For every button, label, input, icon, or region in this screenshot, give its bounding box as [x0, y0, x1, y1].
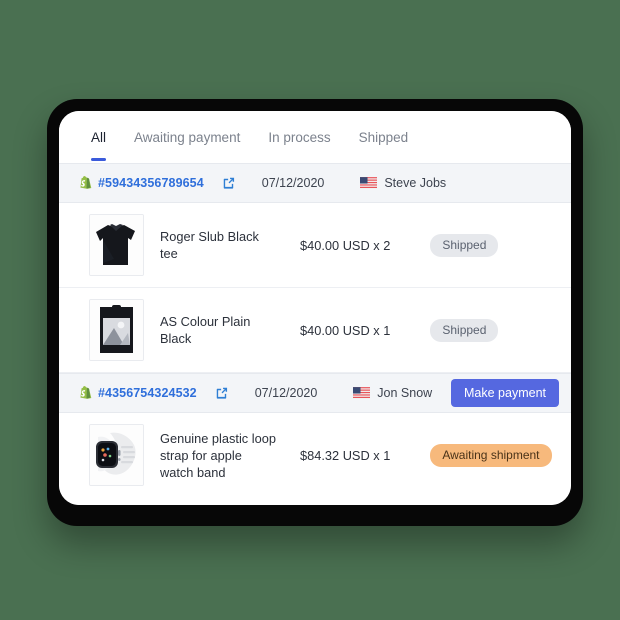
- tab-shipped-label: Shipped: [358, 130, 409, 145]
- tab-awaiting-payment-label: Awaiting payment: [134, 130, 241, 145]
- order-id-link[interactable]: #59434356789654: [98, 176, 204, 190]
- tab-shipped[interactable]: Shipped: [345, 129, 423, 161]
- order-customer: Steve Jobs: [360, 176, 446, 190]
- customer-name: Steve Jobs: [384, 176, 447, 190]
- external-link-icon[interactable]: [215, 386, 229, 400]
- order-date: 07/12/2020: [254, 386, 318, 400]
- tab-in-process[interactable]: In process: [254, 129, 344, 161]
- order-header: #59434356789654 07/12/2020 Steve Jobs: [59, 163, 571, 203]
- tab-awaiting-payment[interactable]: Awaiting payment: [120, 129, 254, 161]
- us-flag-icon: [353, 387, 371, 399]
- order-item-row[interactable]: AS Colour Plain Black $40.00 USD x 1 Shi…: [59, 288, 571, 373]
- tab-all-label: All: [91, 130, 107, 145]
- shopify-icon: [80, 176, 92, 189]
- customer-name: Jon Snow: [377, 386, 433, 400]
- order-id-link[interactable]: #4356754324532: [98, 386, 197, 400]
- tablet-screen: All Awaiting payment In process Shipped: [59, 111, 571, 505]
- order-item-price: $84.32 USD x 1: [300, 447, 391, 463]
- external-link-icon[interactable]: [222, 176, 236, 190]
- apple-watch-band-thumbnail: [89, 424, 144, 486]
- page-root: All Awaiting payment In process Shipped: [0, 0, 620, 620]
- status-badge: Shipped: [430, 318, 499, 342]
- order-item-row[interactable]: Genuine plastic loop strap for apple wat…: [59, 413, 571, 497]
- order-item-name: Genuine plastic loop strap for apple wat…: [160, 430, 276, 480]
- status-badge: Shipped: [430, 233, 499, 257]
- order-date: 07/12/2020: [261, 176, 325, 190]
- tablet-device-frame: All Awaiting payment In process Shipped: [47, 99, 583, 526]
- black-tee-thumbnail: [89, 214, 144, 276]
- packaged-black-shirt-thumbnail: [89, 299, 144, 361]
- order-header: #4356754324532 07/12/2020 Jon Snow Make …: [59, 373, 571, 413]
- order-item-name: Roger Slub Black tee: [160, 229, 259, 261]
- us-flag-icon: [360, 177, 378, 189]
- order-customer: Jon Snow: [353, 386, 432, 400]
- tab-in-process-label: In process: [268, 130, 331, 145]
- status-badge: Awaiting shipment: [430, 443, 552, 467]
- shopify-icon: [80, 386, 92, 399]
- tab-all[interactable]: All: [77, 129, 120, 161]
- make-payment-button[interactable]: Make payment: [451, 379, 559, 407]
- orders-list: #59434356789654 07/12/2020 Steve Jobs Ro…: [59, 163, 571, 505]
- order-status-tabs: All Awaiting payment In process Shipped: [59, 111, 571, 163]
- order-item-name: AS Colour Plain Black: [160, 314, 251, 346]
- active-tab-underline: [91, 158, 107, 161]
- order-item-price: $40.00 USD x 2: [300, 237, 391, 253]
- order-item-price: $40.00 USD x 1: [300, 322, 391, 338]
- order-item-row[interactable]: Roger Slub Black tee $40.00 USD x 2 Ship…: [59, 203, 571, 288]
